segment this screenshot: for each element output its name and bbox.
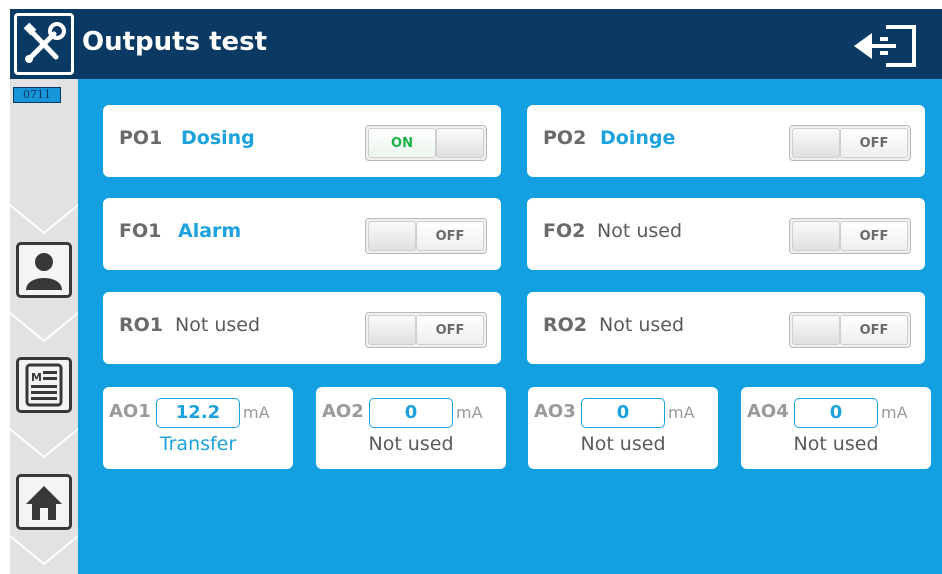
toggle-state: ON bbox=[368, 128, 436, 158]
page-title: Outputs test bbox=[82, 27, 268, 57]
tools-icon bbox=[14, 13, 74, 75]
separator-chevron bbox=[10, 535, 78, 566]
id-tag: 0711 bbox=[13, 87, 61, 103]
output-name: Alarm bbox=[178, 220, 242, 242]
toggle-thumb bbox=[368, 221, 416, 251]
toggle-ro1[interactable]: OFF bbox=[365, 312, 487, 348]
toggle-thumb bbox=[436, 128, 484, 158]
menu-document-icon: M bbox=[25, 363, 63, 407]
analog-code: AO2 bbox=[322, 401, 364, 422]
svg-text:M: M bbox=[31, 371, 42, 384]
toggle-state: OFF bbox=[840, 315, 908, 345]
toggle-fo1[interactable]: OFF bbox=[365, 218, 487, 254]
analog-unit: mA bbox=[668, 403, 695, 422]
analog-name: Transfer bbox=[159, 433, 237, 455]
toggle-state: OFF bbox=[416, 315, 484, 345]
output-code: RO2 bbox=[543, 314, 588, 336]
sidebar: 0711 M bbox=[10, 79, 78, 574]
toggle-thumb bbox=[368, 315, 416, 345]
output-card-ro2: RO2 Not used OFF bbox=[527, 292, 925, 364]
analog-code: AO1 bbox=[109, 401, 151, 422]
toggle-state: OFF bbox=[840, 128, 908, 158]
output-code: PO1 bbox=[119, 127, 163, 149]
output-code: PO2 bbox=[543, 127, 587, 149]
user-icon bbox=[26, 253, 62, 290]
separator-chevron bbox=[10, 204, 78, 235]
analog-value-field[interactable]: 0 bbox=[581, 398, 665, 428]
analog-name: Not used bbox=[368, 433, 454, 455]
toggle-po1[interactable]: ON bbox=[365, 125, 487, 161]
toggle-state: OFF bbox=[416, 221, 484, 251]
analog-unit: mA bbox=[881, 403, 908, 422]
analog-card-ao2: AO2 0 mA Not used bbox=[316, 387, 506, 469]
home-button[interactable] bbox=[16, 474, 72, 530]
analog-code: AO4 bbox=[747, 401, 789, 422]
toggle-thumb bbox=[792, 128, 840, 158]
user-button[interactable] bbox=[16, 242, 72, 298]
separator-chevron bbox=[10, 312, 78, 343]
toggle-fo2[interactable]: OFF bbox=[789, 218, 911, 254]
output-code: FO2 bbox=[543, 220, 586, 242]
toggle-po2[interactable]: OFF bbox=[789, 125, 911, 161]
output-card-po1: PO1 Dosing ON bbox=[103, 105, 501, 177]
toggle-thumb bbox=[792, 315, 840, 345]
output-card-fo1: FO1 Alarm OFF bbox=[103, 198, 501, 270]
output-name: Dosing bbox=[181, 127, 255, 149]
menu-document-button[interactable]: M bbox=[16, 357, 72, 413]
analog-card-ao1: AO1 12.2 mA Transfer bbox=[103, 387, 293, 469]
analog-unit: mA bbox=[456, 403, 483, 422]
output-code: RO1 bbox=[119, 314, 164, 336]
analog-unit: mA bbox=[243, 403, 270, 422]
screen: Outputs test 0711 M PO1 Dosing ON PO2 Do… bbox=[10, 9, 942, 574]
output-name: Not used bbox=[597, 220, 683, 242]
analog-card-ao4: AO4 0 mA Not used bbox=[741, 387, 931, 469]
output-name: Doinge bbox=[600, 127, 676, 149]
analog-card-ao3: AO3 0 mA Not used bbox=[528, 387, 718, 469]
analog-name: Not used bbox=[793, 433, 879, 455]
analog-value-field[interactable]: 12.2 bbox=[156, 398, 240, 428]
header-bar: Outputs test bbox=[10, 9, 942, 79]
analog-value-field[interactable]: 0 bbox=[369, 398, 453, 428]
separator-chevron bbox=[10, 428, 78, 459]
output-name: Not used bbox=[175, 314, 261, 336]
home-icon bbox=[26, 486, 62, 520]
output-card-po2: PO2 Doinge OFF bbox=[527, 105, 925, 177]
output-card-ro1: RO1 Not used OFF bbox=[103, 292, 501, 364]
analog-code: AO3 bbox=[534, 401, 576, 422]
toggle-ro2[interactable]: OFF bbox=[789, 312, 911, 348]
output-card-fo2: FO2 Not used OFF bbox=[527, 198, 925, 270]
output-name: Not used bbox=[599, 314, 685, 336]
toggle-state: OFF bbox=[840, 221, 908, 251]
toggle-thumb bbox=[792, 221, 840, 251]
analog-value-field[interactable]: 0 bbox=[794, 398, 878, 428]
exit-icon[interactable] bbox=[852, 23, 920, 69]
output-code: FO1 bbox=[119, 220, 162, 242]
analog-name: Not used bbox=[580, 433, 666, 455]
